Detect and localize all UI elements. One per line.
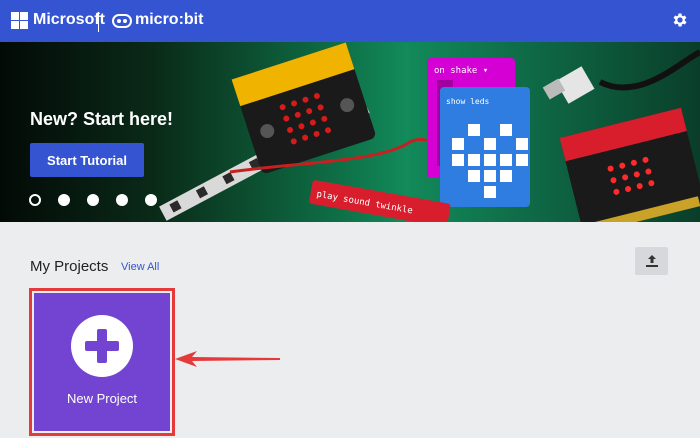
hero-title: New? Start here!	[30, 109, 174, 129]
microsoft-logo-icon	[11, 12, 28, 29]
carousel-dot-2[interactable]	[58, 194, 70, 206]
microbit-board-right	[559, 107, 700, 222]
svg-text:on shake ▾: on shake ▾	[434, 66, 488, 76]
show-leds-block: show leds	[440, 87, 530, 207]
carousel-dot-5[interactable]	[145, 194, 157, 206]
usb-cable	[542, 49, 700, 104]
carousel-dot-4[interactable]	[116, 194, 128, 206]
carousel-dots	[29, 194, 157, 206]
new-project-label: New Project	[66, 391, 138, 406]
product-name[interactable]: micro:bit	[135, 11, 203, 29]
microbit-board-left	[231, 42, 376, 174]
gear-icon[interactable]	[670, 11, 690, 31]
brand-name[interactable]: Microsoft	[33, 11, 105, 29]
view-all-link[interactable]: View All	[121, 261, 159, 273]
plus-circle-icon	[71, 315, 133, 377]
carousel-dot-3[interactable]	[87, 194, 99, 206]
projects-heading: My Projects	[30, 258, 109, 275]
new-project-card[interactable]: New Project	[34, 293, 170, 431]
svg-text:show leds: show leds	[446, 97, 490, 106]
red-arrow-annotation	[175, 351, 280, 367]
import-button[interactable]	[635, 247, 668, 275]
hero-banner: on shake ▾ show leds play sound twinkle	[0, 42, 700, 222]
play-sound-block: play sound twinkle	[309, 180, 451, 222]
upload-icon	[645, 255, 658, 267]
microbit-logo-icon[interactable]	[112, 14, 132, 28]
start-tutorial-button[interactable]: Start Tutorial	[30, 143, 144, 177]
brand-divider	[98, 12, 99, 32]
carousel-dot-1[interactable]	[29, 194, 41, 206]
top-bar: Microsoft micro:bit	[0, 0, 700, 42]
